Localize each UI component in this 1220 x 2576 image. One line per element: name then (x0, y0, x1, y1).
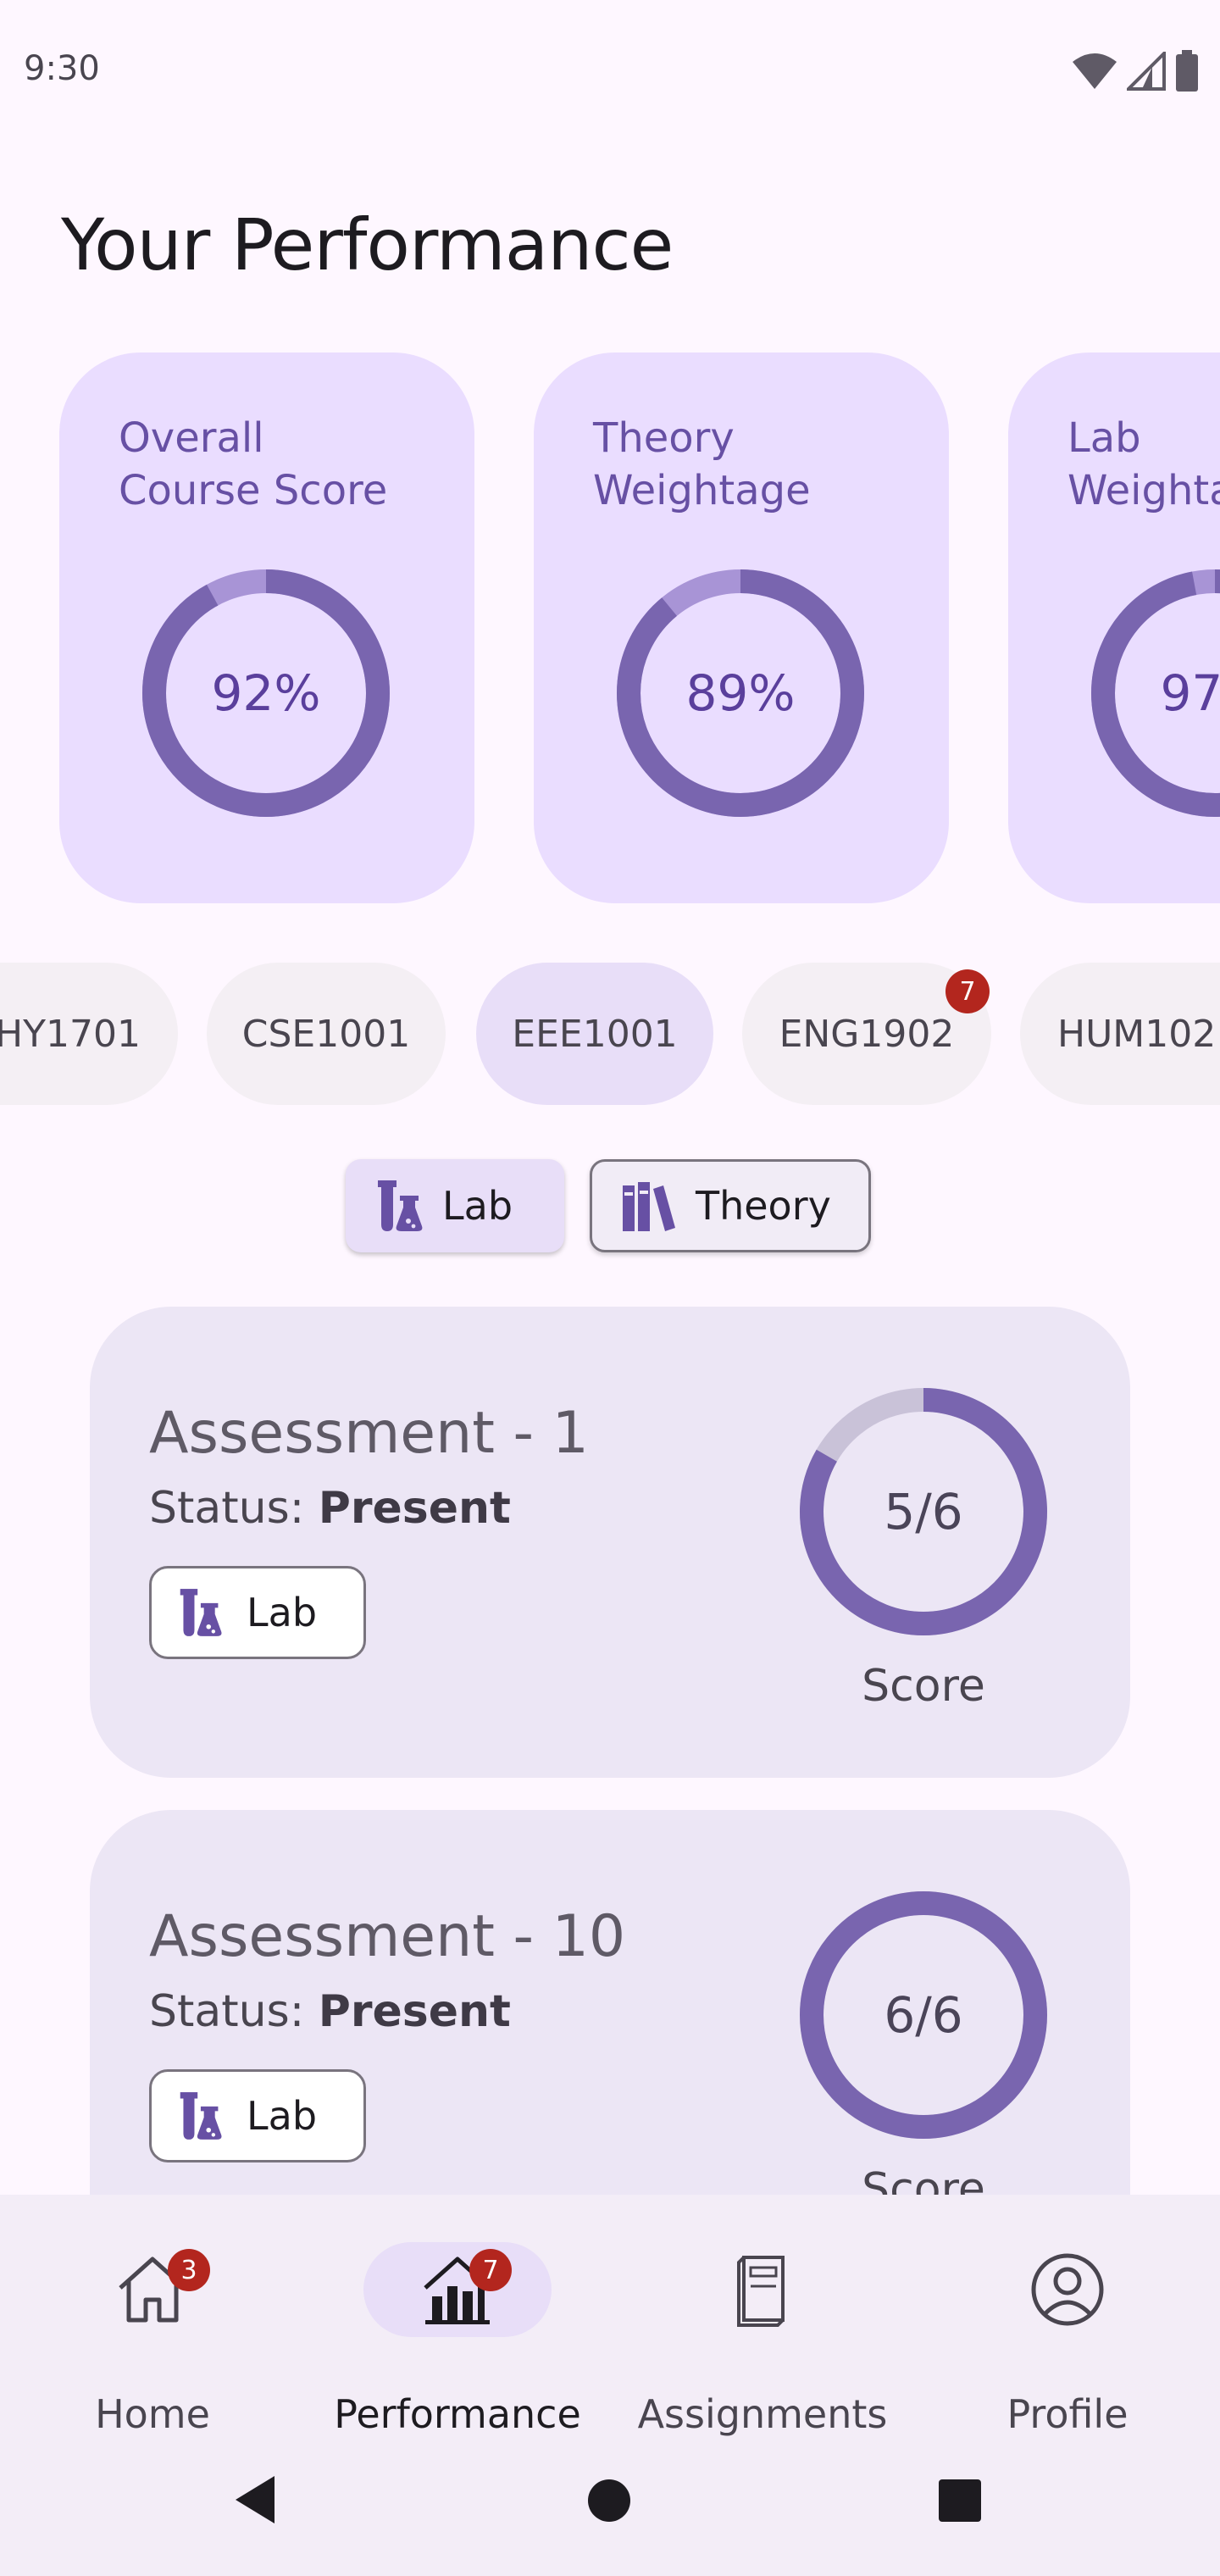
recents-square-icon[interactable] (937, 2478, 983, 2523)
theory-weightage-card[interactable]: Theory Weightage 89% (534, 353, 949, 903)
score-caption: Score (862, 2164, 985, 2195)
lab-filter-label: Lab (442, 1183, 513, 1229)
assessment-type-tag[interactable]: Lab (149, 1566, 366, 1659)
status-label: Status: (149, 1483, 305, 1534)
course-chip[interactable]: HUM1021 (1020, 963, 1220, 1105)
overall-course-score-card[interactable]: Overall Course Score 92% (59, 353, 474, 903)
card-label: Overall Course Score (119, 414, 388, 514)
score-value: 6/6 (884, 1986, 963, 2044)
assessment-card[interactable]: Assessment - 1 Status: Present Lab 5/6 S… (90, 1307, 1130, 1778)
score-value: 89% (685, 664, 796, 722)
course-chip-selected[interactable]: EEE1001 (476, 963, 713, 1105)
card-label: Lab Weightage (1068, 414, 1220, 514)
nav-item-performance[interactable]: 7 Performance (313, 2242, 602, 2437)
wifi-icon (1073, 53, 1117, 89)
score-value: 97% (1160, 664, 1220, 722)
notification-badge: 7 (469, 2249, 512, 2291)
nav-label: Profile (1006, 2391, 1128, 2437)
score-value: 5/6 (884, 1483, 963, 1541)
theory-filter-label: Theory (696, 1183, 831, 1229)
nav-item-profile[interactable]: Profile (923, 2242, 1212, 2437)
tag-label: Lab (247, 1590, 318, 1635)
battery-icon (1176, 50, 1198, 92)
theory-filter-button[interactable]: Theory (590, 1159, 871, 1252)
books-icon (623, 1182, 675, 1231)
lab-filter-button[interactable]: Lab (346, 1159, 564, 1252)
assessment-status: Status: Present (149, 1483, 511, 1534)
assessment-type-tag[interactable]: Lab (149, 2069, 366, 2162)
assessment-title: Assessment - 1 (149, 1400, 589, 1467)
nav-item-home[interactable]: 3 Home (8, 2242, 297, 2437)
assessment-card[interactable]: Assessment - 10 Status: Present Lab 6/6 … (90, 1810, 1130, 2195)
lab-weightage-card[interactable]: Lab Weightage 97% (1008, 353, 1220, 903)
notification-badge: 7 (946, 969, 990, 1013)
status-label: Status: (149, 1986, 305, 2037)
course-chip[interactable]: CSE1001 (207, 963, 446, 1105)
score-caption: Score (862, 1661, 985, 1712)
bottom-navigation: 3 Home 7 Performance Assignments Profile (0, 2195, 1220, 2576)
assessment-title: Assessment - 10 (149, 1903, 626, 1970)
score-value: 92% (211, 664, 321, 722)
tag-label: Lab (247, 2093, 318, 2139)
flask-icon (180, 2092, 222, 2140)
status-icons (1071, 49, 1200, 93)
nav-label: Home (95, 2391, 210, 2437)
home-circle-icon[interactable] (586, 2478, 632, 2523)
assessment-status: Status: Present (149, 1986, 511, 2037)
card-label: Theory Weightage (593, 414, 811, 514)
status-value: Present (318, 1483, 511, 1534)
flask-icon (378, 1180, 423, 1231)
status-time: 9:30 (24, 49, 100, 88)
nav-item-assignments[interactable]: Assignments (618, 2242, 907, 2437)
back-icon[interactable] (232, 2474, 278, 2525)
course-chip-row[interactable]: PHY1701 CSE1001 EEE1001 ENG1902 HUM1021 (0, 963, 1220, 1105)
flask-icon (180, 1589, 222, 1636)
signal-icon (1127, 52, 1166, 91)
profile-icon (1031, 2253, 1104, 2326)
nav-label: Assignments (637, 2391, 888, 2437)
course-chip[interactable]: PHY1701 (0, 963, 178, 1105)
status-value: Present (318, 1986, 511, 2037)
notification-badge: 3 (168, 2249, 210, 2291)
nav-label: Performance (334, 2391, 581, 2437)
page-title: Your Performance (61, 203, 674, 286)
notebook-icon (737, 2256, 785, 2327)
